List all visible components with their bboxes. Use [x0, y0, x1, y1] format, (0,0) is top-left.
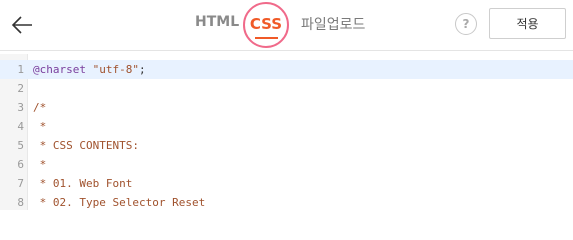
- code-string: "utf-8": [85, 63, 139, 76]
- apply-button[interactable]: 적용: [489, 8, 566, 39]
- line-number: 5: [17, 139, 24, 152]
- line-number: 1: [17, 63, 24, 76]
- code-line[interactable]: 3 /*: [0, 98, 573, 117]
- header-divider: [0, 50, 573, 51]
- line-number: 3: [17, 101, 24, 114]
- tab-file-upload[interactable]: 파일업로드: [301, 14, 365, 34]
- code-line[interactable]: 7 * 01. Web Font: [0, 174, 573, 193]
- code-line[interactable]: 6 *: [0, 155, 573, 174]
- code-line[interactable]: 1 @charset "utf-8";: [0, 60, 573, 79]
- tab-css[interactable]: CSS: [243, 2, 289, 48]
- code-line[interactable]: 4 *: [0, 117, 573, 136]
- code-line[interactable]: 8 * 02. Type Selector Reset: [0, 193, 573, 212]
- help-icon[interactable]: ?: [455, 13, 477, 35]
- line-number: 4: [17, 120, 24, 133]
- code-text: @charset "utf-8";: [33, 60, 146, 79]
- back-arrow-icon[interactable]: [8, 11, 36, 39]
- line-number: 8: [17, 196, 24, 209]
- code-punctuation: ;: [138, 63, 146, 76]
- line-number: 6: [17, 158, 24, 171]
- line-number: 7: [17, 177, 24, 190]
- code-line[interactable]: 2: [0, 79, 573, 98]
- tab-css-label: CSS: [249, 15, 283, 33]
- active-tab-underline: [255, 37, 278, 39]
- code-text: *: [33, 120, 47, 133]
- code-text: * CSS CONTENTS:: [33, 139, 139, 152]
- code-text: * 02. Type Selector Reset: [33, 196, 206, 209]
- code-line[interactable]: 5 * CSS CONTENTS:: [0, 136, 573, 155]
- code-text: *: [33, 158, 47, 171]
- line-number: 2: [17, 82, 24, 95]
- code-text: /*: [33, 101, 47, 114]
- code-keyword: @charset: [33, 63, 86, 76]
- code-text: * 01. Web Font: [33, 177, 133, 190]
- tab-html[interactable]: HTML: [195, 14, 239, 30]
- editor-header: HTML CSS 파일업로드 ? 적용: [0, 0, 573, 50]
- code-editor[interactable]: 1 @charset "utf-8"; 2 3 /* 4 * 5 * CSS C…: [0, 54, 573, 210]
